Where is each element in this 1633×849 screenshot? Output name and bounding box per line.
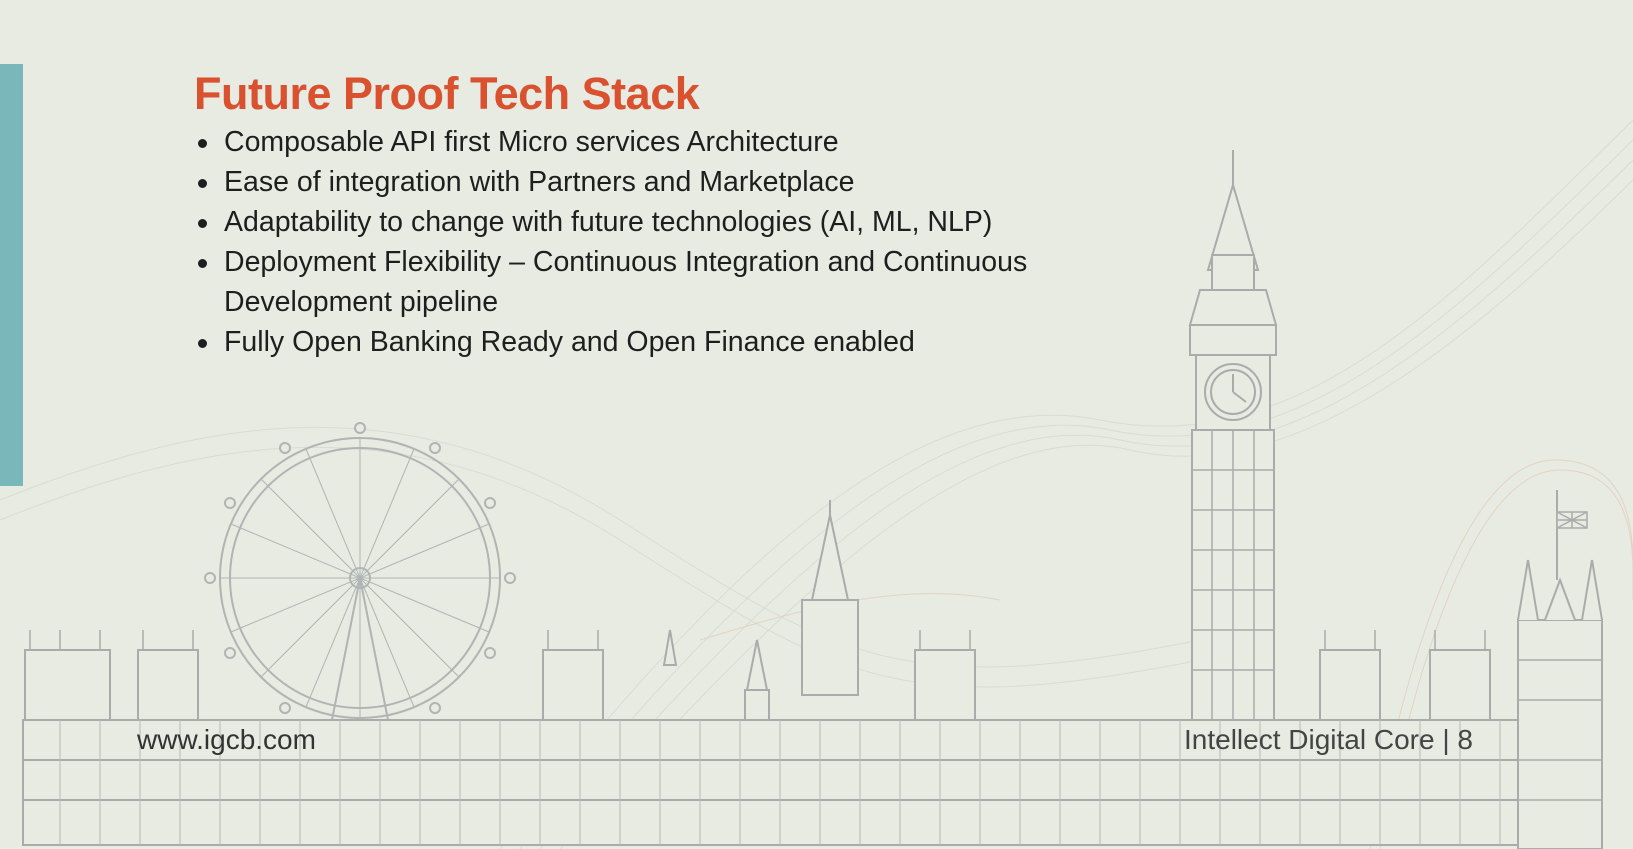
- footer-page-label: Intellect Digital Core | 8: [1184, 724, 1473, 755]
- bullet-item: Fully Open Banking Ready and Open Financ…: [194, 322, 1114, 362]
- bullet-list: Composable API first Micro services Arch…: [194, 122, 1114, 362]
- footer-website-link[interactable]: www.igcb.com: [137, 724, 316, 756]
- victoria-tower-icon: [1517, 490, 1603, 849]
- bullet-item: Adaptability to change with future techn…: [194, 202, 1114, 242]
- london-eye-icon: [204, 422, 516, 731]
- bullet-item: Deployment Flexibility – Continuous Inte…: [194, 242, 1114, 322]
- bullet-item: Ease of integration with Partners and Ma…: [194, 162, 1114, 202]
- union-flag-icon: [1556, 511, 1588, 529]
- big-ben-icon: [1188, 150, 1278, 721]
- slide-title: Future Proof Tech Stack: [194, 68, 700, 119]
- bullet-item: Composable API first Micro services Arch…: [194, 122, 1114, 162]
